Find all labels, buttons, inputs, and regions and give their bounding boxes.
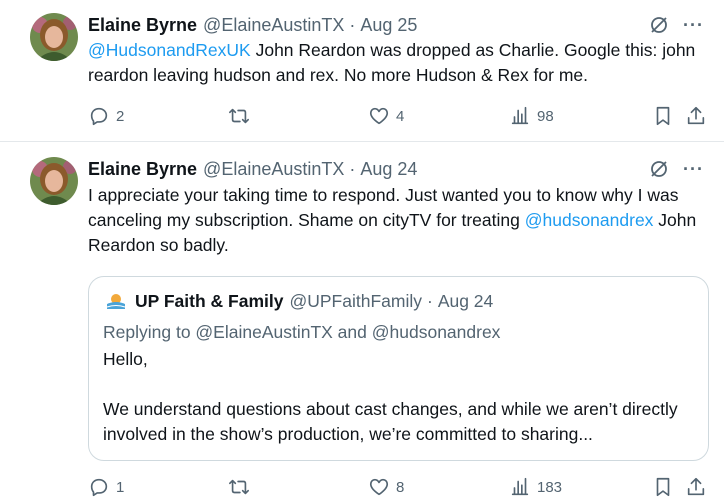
timestamp[interactable]: Aug 25 bbox=[360, 15, 417, 36]
views-count: 98 bbox=[537, 107, 554, 125]
tweet-text: @HudsonandRexUK John Reardon was dropped… bbox=[88, 38, 708, 88]
quote-paragraph: Hello, bbox=[103, 349, 148, 369]
repost-icon bbox=[229, 479, 249, 495]
reply-button[interactable]: 2 bbox=[88, 104, 124, 128]
quote-timestamp[interactable]: Aug 24 bbox=[438, 291, 493, 312]
repost-button[interactable] bbox=[228, 475, 256, 499]
repost-icon bbox=[229, 108, 249, 124]
like-button[interactable]: 4 bbox=[368, 104, 404, 128]
quote-paragraph: We understand questions about cast chang… bbox=[103, 399, 678, 444]
replying-to: Replying to @ElaineAustinTX and @hudsona… bbox=[103, 322, 501, 342]
heart-icon bbox=[369, 107, 389, 125]
views-chart-icon bbox=[511, 106, 529, 125]
action-bar: 1 8 183 bbox=[88, 475, 710, 499]
quote-text: Hello, We understand questions about cas… bbox=[103, 347, 698, 447]
bookmark-button[interactable] bbox=[652, 475, 674, 499]
views-chart-icon bbox=[511, 477, 529, 496]
views-button[interactable]: 183 bbox=[509, 475, 562, 499]
grok-icon[interactable] bbox=[649, 15, 669, 35]
separator: · bbox=[349, 158, 356, 179]
timestamp[interactable]: Aug 24 bbox=[360, 159, 417, 180]
views-button[interactable]: 98 bbox=[509, 104, 554, 128]
separator: · bbox=[426, 290, 433, 311]
like-button[interactable]: 8 bbox=[368, 475, 404, 499]
tweet[interactable]: Elaine Byrne @ElaineAustinTX · Aug 25 ··… bbox=[0, 0, 724, 142]
quoted-tweet[interactable]: UP Faith & Family @UPFaithFamily · Aug 2… bbox=[88, 276, 709, 461]
tweet-text: I appreciate your taking time to respond… bbox=[88, 183, 708, 258]
views-count: 183 bbox=[537, 478, 563, 496]
reply-button[interactable]: 1 bbox=[88, 475, 124, 499]
separator: · bbox=[349, 14, 356, 35]
quote-author-name[interactable]: UP Faith & Family bbox=[135, 291, 283, 312]
repost-button[interactable] bbox=[228, 104, 256, 128]
share-icon bbox=[687, 477, 705, 496]
share-button[interactable] bbox=[685, 475, 707, 499]
mention-link[interactable]: @HudsonandRexUK bbox=[88, 40, 251, 60]
like-count: 4 bbox=[396, 107, 405, 125]
action-bar: 2 4 98 bbox=[88, 104, 710, 128]
quote-author-handle[interactable]: @UPFaithFamily bbox=[289, 291, 422, 312]
avatar[interactable] bbox=[30, 13, 78, 61]
heart-icon bbox=[369, 478, 389, 496]
reply-icon bbox=[90, 478, 108, 497]
bookmark-icon bbox=[656, 477, 670, 497]
mention-link[interactable]: @hudsonandrex bbox=[525, 210, 654, 230]
quote-avatar bbox=[105, 290, 127, 312]
share-icon bbox=[687, 106, 705, 125]
reply-count: 2 bbox=[116, 107, 125, 125]
author-handle[interactable]: @ElaineAustinTX bbox=[203, 15, 344, 36]
like-count: 8 bbox=[396, 478, 405, 496]
tweet[interactable]: Elaine Byrne @ElaineAustinTX · Aug 24 ··… bbox=[0, 143, 724, 504]
more-icon[interactable]: ··· bbox=[683, 16, 704, 34]
quote-header: UP Faith & Family @UPFaithFamily · Aug 2… bbox=[105, 289, 493, 313]
author-name[interactable]: Elaine Byrne bbox=[88, 159, 197, 180]
reply-icon bbox=[90, 107, 108, 126]
share-button[interactable] bbox=[685, 104, 707, 128]
tweet-header: Elaine Byrne @ElaineAustinTX · Aug 25 ··… bbox=[88, 14, 704, 36]
avatar[interactable] bbox=[30, 157, 78, 205]
tweet-header: Elaine Byrne @ElaineAustinTX · Aug 24 ··… bbox=[88, 158, 704, 180]
bookmark-button[interactable] bbox=[652, 104, 674, 128]
reply-count: 1 bbox=[116, 478, 125, 496]
author-name[interactable]: Elaine Byrne bbox=[88, 15, 197, 36]
grok-icon[interactable] bbox=[649, 159, 669, 179]
author-handle[interactable]: @ElaineAustinTX bbox=[203, 159, 344, 180]
more-icon[interactable]: ··· bbox=[683, 160, 704, 178]
bookmark-icon bbox=[656, 106, 670, 126]
